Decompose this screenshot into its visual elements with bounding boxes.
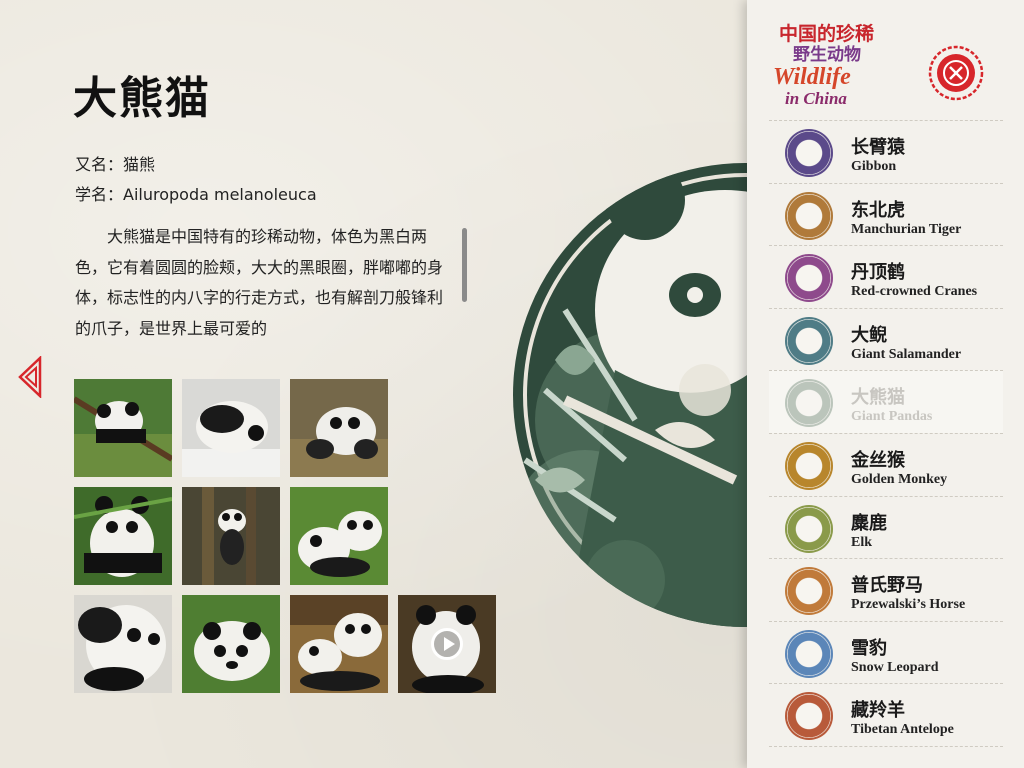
sidebar-item-label-cn: 普氏野马 xyxy=(851,575,923,597)
animal-nav-list: 长臂猿 Gibbon 东北虎 Manchurian Tiger 丹顶鹤 Red-crown… xyxy=(769,120,1003,747)
sidebar-item-monkey[interactable]: 金丝猴 Golden Monkey xyxy=(769,432,1003,496)
sidebar-item-label-cn: 大鲵 xyxy=(851,324,887,346)
elk-icon xyxy=(785,504,833,553)
sidebar-item-label-cn: 丹顶鹤 xyxy=(851,262,905,284)
sidebar-item-label-cn: 长臂猿 xyxy=(851,137,905,158)
close-icon[interactable] xyxy=(928,45,984,101)
scientific-name: 学名：Ailuropoda melanoleuca xyxy=(75,185,317,204)
salamander-icon xyxy=(785,316,833,365)
monkey-icon xyxy=(785,441,833,490)
gibbon-icon xyxy=(785,129,833,177)
animal-sidebar: 中国的珍稀 野生动物 Wildlife in China 长臂猿 Gibbon 东北… xyxy=(747,0,1024,768)
video-thumbnail[interactable] xyxy=(398,595,496,693)
sidebar-item-label-en: Red-crowned Cranes xyxy=(851,284,978,300)
sidebar-item-salamander[interactable]: 大鲵 Giant Salamander xyxy=(769,307,1003,371)
sidebar-item-tiger[interactable]: 东北虎 Manchurian Tiger xyxy=(769,182,1003,246)
description-text[interactable]: 大熊猫是中国特有的珍稀动物，体色为黑白两色，它有着圆圆的脸颊，大大的黑眼圈，胖嘟… xyxy=(75,222,447,340)
gallery-photo[interactable] xyxy=(290,487,388,585)
sidebar-item-label-cn: 大熊猫 xyxy=(851,387,905,409)
sidebar-item-antelope[interactable]: 藏羚羊 Tibetan Antelope xyxy=(769,683,1003,747)
sidebar-item-label-en: Giant Salamander xyxy=(851,346,962,362)
description-scrollbar[interactable] xyxy=(462,228,467,302)
gallery-photo[interactable] xyxy=(74,379,172,477)
gallery-photo[interactable] xyxy=(182,487,280,585)
svg-text:野生动物: 野生动物 xyxy=(793,44,861,65)
sidebar-item-label-en: Tibetan Antelope xyxy=(851,722,954,738)
sidebar-item-crane[interactable]: 丹顶鹤 Red-crowned Cranes xyxy=(769,245,1003,308)
sidebar-item-label-cn: 东北虎 xyxy=(851,199,905,221)
sidebar-item-label-en: Przewalski’s Horse xyxy=(851,597,966,613)
sidebar-item-horse[interactable]: 普氏野马 Przewalski’s Horse xyxy=(769,558,1003,621)
sidebar-item-label-cn: 金丝猴 xyxy=(851,449,905,471)
sidebar-item-label-cn: 麋鹿 xyxy=(851,512,887,534)
sidebar-item-label-en: Golden Monkey xyxy=(851,471,948,487)
svg-text:中国的珍稀: 中国的珍稀 xyxy=(779,22,874,45)
sidebar-item-label-en: Gibbon xyxy=(851,159,897,174)
leopard-icon xyxy=(785,629,833,678)
play-icon[interactable] xyxy=(431,628,463,660)
back-arrow-icon[interactable] xyxy=(16,356,44,398)
svg-text:in China: in China xyxy=(785,89,847,108)
page-title: 大熊猫 xyxy=(73,73,211,124)
gallery-photo[interactable] xyxy=(74,487,172,585)
sidebar-item-label-en: Elk xyxy=(851,534,873,550)
sidebar-item-gibbon[interactable]: 长臂猿 Gibbon xyxy=(769,120,1003,183)
gallery-photo[interactable] xyxy=(182,379,280,477)
sidebar-item-panda[interactable]: 大熊猫 Giant Pandas xyxy=(769,370,1003,433)
sidebar-item-label-en: Manchurian Tiger xyxy=(851,221,962,237)
sidebar-item-leopard[interactable]: 雪豹 Snow Leopard xyxy=(769,620,1003,684)
panda-papercut-illustration xyxy=(513,163,765,627)
gallery-photo[interactable] xyxy=(182,595,280,693)
sidebar-item-label-en: Giant Pandas xyxy=(851,409,933,425)
crane-icon xyxy=(785,254,833,303)
sidebar-item-label-cn: 雪豹 xyxy=(851,637,887,659)
gallery-photo[interactable] xyxy=(290,595,388,693)
panda-icon xyxy=(785,379,833,428)
gallery-photo[interactable] xyxy=(74,595,172,693)
antelope-icon xyxy=(785,692,833,741)
sidebar-item-elk[interactable]: 麋鹿 Elk xyxy=(769,495,1003,559)
alias-text: 又名：猫熊 xyxy=(75,155,156,174)
tiger-icon xyxy=(785,191,833,240)
horse-icon xyxy=(785,567,833,616)
sidebar-item-label-cn: 藏羚羊 xyxy=(851,700,905,722)
wildlife-in-china-logo: 中国的珍稀 野生动物 Wildlife in China xyxy=(773,22,874,108)
sidebar-item-label-en: Snow Leopard xyxy=(851,659,939,675)
gallery-photo[interactable] xyxy=(290,379,388,477)
svg-text:Wildlife: Wildlife xyxy=(773,64,851,90)
